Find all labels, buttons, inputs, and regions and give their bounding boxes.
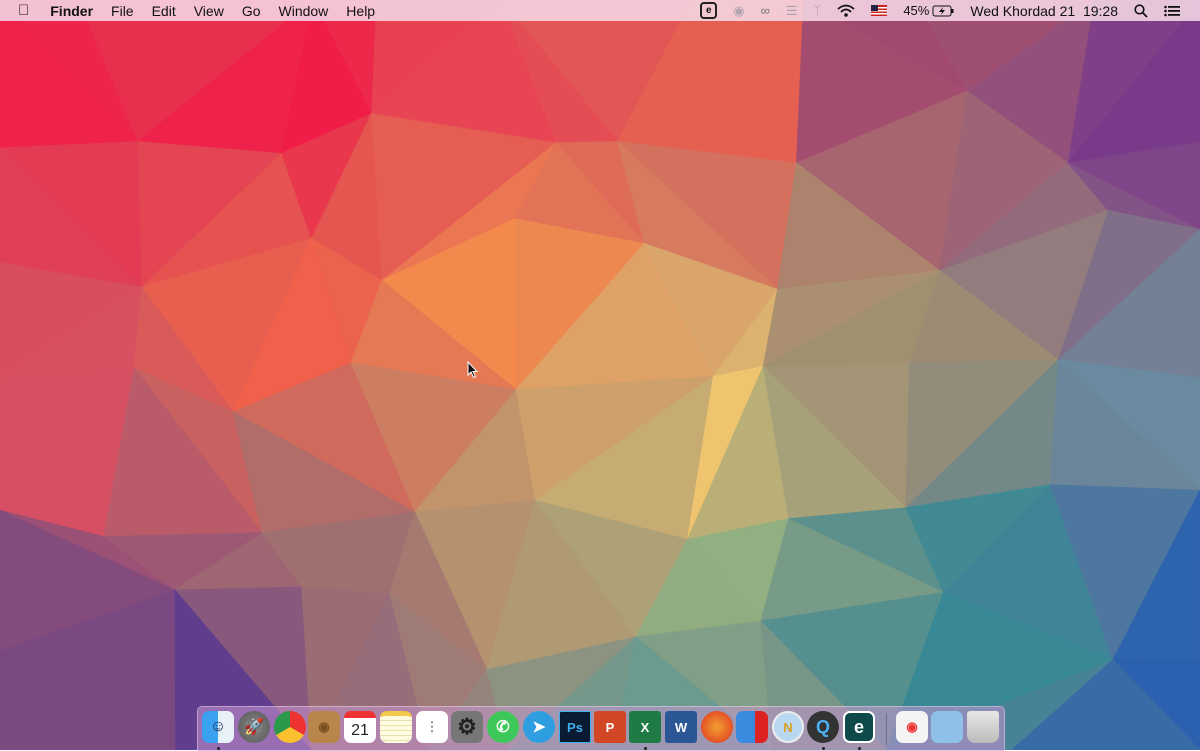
wifi-icon[interactable]: [829, 4, 863, 17]
dock-item-gear[interactable]: ⚙: [451, 711, 483, 743]
n-compass-icon: N: [783, 719, 793, 735]
dock-item-powerpoint[interactable]: P: [594, 711, 626, 743]
dock-item-folder[interactable]: [931, 711, 963, 743]
notification-center-icon[interactable]: [1156, 5, 1188, 17]
dock-item-red-rocket[interactable]: [701, 711, 733, 743]
dock-separator: [886, 713, 887, 745]
menu-window[interactable]: Window: [270, 3, 338, 19]
powerpoint-icon: P: [605, 719, 615, 735]
clock[interactable]: Wed Khordad 21 19:28: [962, 3, 1126, 19]
dock-item-eset[interactable]: e: [843, 711, 875, 743]
creative-cloud-icon[interactable]: ∞: [753, 3, 778, 18]
dock-item-quicktime[interactable]: Q: [807, 711, 839, 743]
dock-item-telegram[interactable]: ➤: [523, 711, 555, 743]
word-icon: W: [674, 719, 688, 735]
bluetooth-icon[interactable]: ᛉ: [806, 3, 830, 18]
dock-item-photoshop[interactable]: Ps: [559, 711, 591, 743]
rocket-icon: 🚀: [244, 719, 264, 736]
dock-item-n-compass[interactable]: N: [772, 711, 804, 743]
dock-item-finder[interactable]: ☺: [202, 711, 234, 743]
dock: ☺ 🚀 ◉ 21 ⋮ ⚙ ✆ ➤ Ps P X W N Qe ◉: [197, 706, 1005, 751]
dock-item-whatsapp[interactable]: ✆: [487, 711, 519, 743]
desktop-wallpaper: [0, 0, 1200, 750]
dock-item-notes[interactable]: [380, 711, 412, 743]
menu-help[interactable]: Help: [337, 3, 384, 19]
menu-bar:  Finder File Edit View Go Window Help e…: [0, 0, 1200, 21]
menu-view[interactable]: View: [185, 3, 233, 19]
telegram-icon: ➤: [532, 719, 546, 736]
dock-item-chrome-folder[interactable]: ◉: [896, 711, 928, 743]
battery-percent[interactable]: 45%: [895, 3, 932, 18]
dock-item-chrome[interactable]: [274, 711, 306, 743]
menu-finder[interactable]: Finder: [41, 3, 102, 19]
dock-item-calendar[interactable]: 21: [344, 711, 376, 743]
dock-item-excel[interactable]: X: [629, 711, 661, 743]
equalizer-icon[interactable]: ☰: [778, 3, 806, 19]
eset-icon: e: [853, 716, 864, 737]
photoshop-icon: Ps: [567, 719, 583, 735]
contacts-icon: ◉: [318, 719, 330, 734]
record-icon[interactable]: ◉: [725, 3, 752, 19]
mouse-cursor: [467, 361, 479, 379]
eset-icon[interactable]: e: [692, 2, 725, 19]
search-icon[interactable]: [1126, 3, 1156, 18]
reminders-icon: ⋮: [425, 719, 439, 734]
calendar-icon: 21: [351, 721, 369, 739]
us-flag-icon[interactable]: [863, 5, 895, 16]
dock-item-word[interactable]: W: [665, 711, 697, 743]
excel-icon: X: [640, 719, 650, 735]
battery-charging-icon[interactable]: [932, 5, 962, 17]
menu-go[interactable]: Go: [233, 3, 270, 19]
apple-icon[interactable]: : [0, 2, 41, 19]
gear-icon: ⚙: [457, 714, 477, 739]
dock-item-parallels[interactable]: [736, 711, 768, 743]
menu-edit[interactable]: Edit: [143, 3, 185, 19]
dock-item-trash[interactable]: [967, 711, 999, 743]
dock-item-rocket[interactable]: 🚀: [238, 711, 270, 743]
menu-file[interactable]: File: [102, 3, 143, 19]
quicktime-icon: Q: [815, 716, 830, 737]
finder-icon: ☺: [209, 718, 227, 735]
chrome-folder-icon: ◉: [906, 719, 918, 734]
dock-item-contacts[interactable]: ◉: [308, 711, 340, 743]
dock-item-reminders[interactable]: ⋮: [416, 711, 448, 743]
whatsapp-icon: ✆: [496, 719, 510, 736]
